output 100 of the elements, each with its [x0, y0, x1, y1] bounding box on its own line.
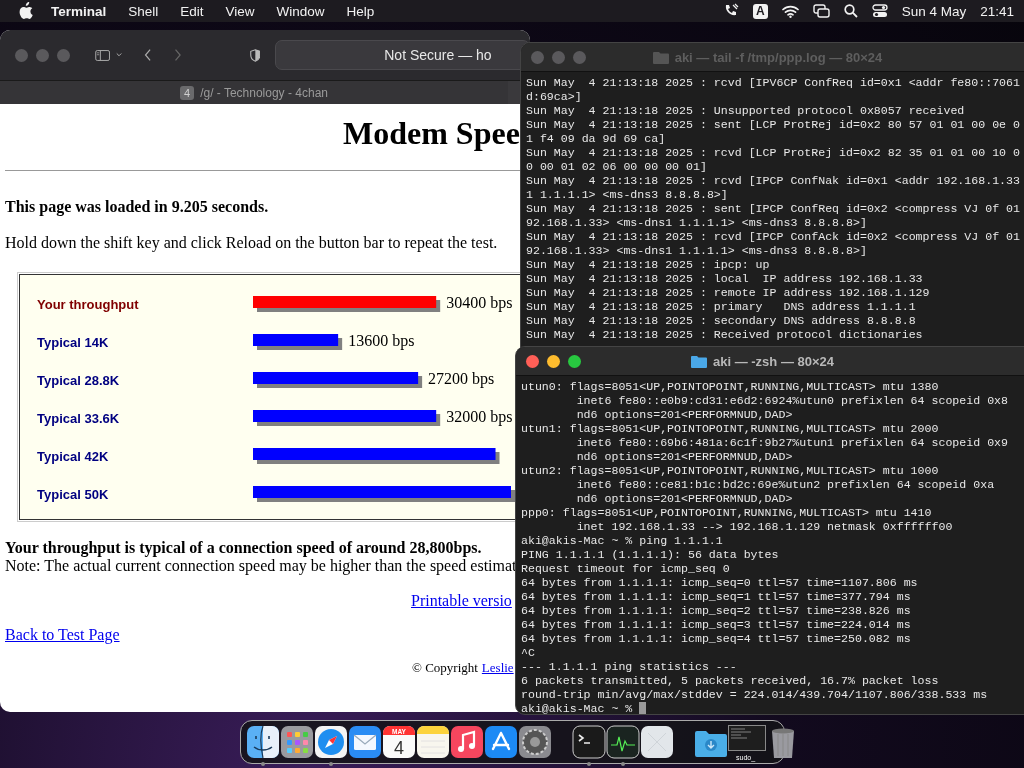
chevron-down-icon[interactable]	[116, 52, 123, 58]
category-label: Typical 14K	[37, 335, 109, 350]
category-label: Typical 28.8K	[37, 373, 120, 388]
launchpad-icon[interactable]	[280, 725, 314, 759]
category-label: Your throughput	[37, 297, 139, 312]
app-store-icon[interactable]	[484, 725, 518, 759]
value-label: 27200 bps	[428, 370, 495, 387]
back-icon[interactable]	[144, 47, 152, 63]
load-time-text: This page was loaded in 9.205 seconds.	[5, 198, 270, 216]
terminal-line: d:69ca>]	[526, 90, 582, 103]
zoom-button[interactable]	[568, 354, 581, 368]
terminal-line: 64 bytes from 1.1.1.1: icmp_seq=4 ttl=57 time=250.082 ms	[521, 632, 911, 645]
terminal-line: Sun May 4 21:13:18 2025 : Unsupported protocol 0x8057 received	[526, 104, 965, 117]
menu-item[interactable]: Window	[265, 3, 336, 19]
terminal-line: Sun May 4 21:13:18 2025 : local IP address 192.168.1.33	[526, 272, 923, 285]
copyright-text: © Copyright	[412, 660, 478, 676]
page-heading: Modem Spee	[343, 115, 521, 151]
terminal-line: 92.168.1.33> <ms-dns1 1.1.1.1> <ms-dns3 8.8.8.8>]	[526, 244, 867, 257]
shield-icon[interactable]	[249, 46, 261, 64]
music-note-icon[interactable]	[450, 725, 484, 759]
terminal-line: inet6 fe80::e0b9:cd31:e6d2:6924%utun0 prefixlen 64 scopeid 0x8	[575, 394, 1009, 407]
terminal-line: Sun May 4 21:13:18 2025 : remote IP address 192.168.1.129	[526, 286, 930, 299]
terminal-line: 64 bytes from 1.1.1.1: icmp_seq=2 ttl=57 time=238.826 ms	[521, 604, 911, 617]
terminal-icon[interactable]	[572, 725, 606, 759]
terminal-line: aki@akis-Mac ~ %	[521, 702, 634, 714]
browser-tab[interactable]: 4 /g/ - Technology - 4chan	[0, 81, 508, 104]
author-link[interactable]: Leslie	[481, 660, 514, 676]
terminal-line: 64 bytes from 1.1.1.1: icmp_seq=3 ttl=57 time=224.014 ms	[521, 618, 911, 631]
search-icon[interactable]	[843, 4, 858, 18]
note-text: Note: The actual current connection speed may be higher than the speed estimat	[5, 557, 518, 575]
menu-item[interactable]: Edit	[169, 3, 215, 19]
terminal-line: Sun May 4 21:13:18 2025 : sent [IPCP ConfReq id=0x2 <compress VJ 0f 01	[526, 202, 1020, 215]
value-label: 32000 bps	[446, 408, 513, 425]
terminal-line: 6 packets transmitted, 5 packets received, 16.7% packet loss	[521, 674, 939, 687]
menu-item[interactable]: View	[214, 3, 266, 19]
terminal-line: Sun May 4 21:13:18 2025 : Received protocol dictionaries	[526, 328, 923, 341]
menu-date[interactable]: Sun 4 May	[901, 3, 967, 19]
gear-icon[interactable]	[518, 725, 552, 759]
category-label: Typical 50K	[37, 487, 109, 502]
terminal-line: 92.168.1.33> <ms-dns1 1.1.1.1> <ms-dns3 8.8.8.8>]	[526, 216, 867, 229]
input-source-indicator[interactable]: A	[753, 3, 768, 19]
minimize-button[interactable]	[547, 354, 560, 368]
terminal-line: Sun May 4 21:13:18 2025 : secondary DNS address 8.8.8.8	[526, 314, 916, 327]
terminal-line: 64 bytes from 1.1.1.1: icmp_seq=0 ttl=57 time=1107.806 ms	[521, 576, 918, 589]
menu-item[interactable]: Help	[335, 3, 386, 19]
calendar-day: 4	[394, 738, 404, 758]
category-label: Typical 42K	[37, 449, 109, 464]
terminal-line: nd6 options=201<PERFORMNUD,DAD>	[575, 492, 793, 505]
wifi-icon[interactable]	[781, 4, 799, 18]
envelope-icon[interactable]	[348, 725, 382, 759]
menu-time[interactable]: 21:41	[980, 3, 1014, 19]
terminal-line: Sun May 4 21:13:18 2025 : primary DNS address 1.1.1.1	[526, 300, 916, 313]
verdict-text: Your throughput is typical of a connection speed of around 28,800bps.	[5, 539, 483, 557]
terminal-line: inet6 fe80::69b6:481a:6c1f:9b27%utun1 prefixlen 64 scopeid 0x9	[575, 436, 1009, 449]
terminal-line: inet6 fe80::ce81:b1c:bd2c:69e%utun2 prefixlen 64 scopeid 0xa	[575, 478, 995, 491]
window-thumbnail[interactable]	[728, 725, 766, 751]
screen-mirroring-icon[interactable]	[812, 4, 830, 18]
folder-icon	[691, 354, 707, 368]
apple-logo-icon[interactable]	[18, 2, 34, 20]
control-center-icon[interactable]	[871, 4, 888, 18]
terminal-line: Sun May 4 21:13:18 2025 : ipcp: up	[526, 258, 770, 271]
terminal-line: Sun May 4 21:13:18 2025 : sent [LCP ProtRej id=0x2 80 57 01 01 00 0e 0	[526, 118, 1020, 131]
folder-icon	[652, 50, 669, 64]
menu-app-name[interactable]: Terminal	[40, 3, 118, 19]
sidebar-icon[interactable]	[95, 47, 111, 63]
finder-icon[interactable]	[246, 725, 280, 759]
activity-monitor-icon[interactable]	[606, 725, 640, 759]
window-title: aki — -zsh — 80×24	[713, 353, 834, 369]
close-button[interactable]	[526, 354, 539, 368]
terminal-line: aki@akis-Mac ~ % ping 1.1.1.1	[521, 534, 723, 547]
tab-title: /g/ - Technology - 4chan	[200, 85, 328, 100]
terminal-line: ppp0: flags=8051<UP,POINTOPOINT,RUNNING,MULTICAST> mtu 1410	[521, 506, 932, 519]
tab-badge: 4	[180, 85, 195, 100]
terminal-line: Sun May 4 21:13:18 2025 : rcvd [IPCP ConfNak id=0x1 <addr 192.168.1.33	[526, 174, 1020, 187]
terminal-line: 64 bytes from 1.1.1.1: icmp_seq=1 ttl=57 time=377.794 ms	[521, 590, 911, 603]
value-label: 13600 bps	[348, 332, 415, 349]
terminal-line: Sun May 4 21:13:18 2025 : rcvd [IPCP ConfAck id=0x2 <compress VJ 0f 01	[526, 230, 1020, 243]
terminal-line: Request timeout for icmp_seq 0	[521, 562, 730, 575]
printable-link[interactable]: Printable versio	[411, 592, 512, 609]
terminal-line: PING 1.1.1.1 (1.1.1.1): 56 data bytes	[521, 548, 779, 561]
terminal-line: nd6 options=201<PERFORMNUD,DAD>	[575, 408, 793, 421]
menu-item[interactable]: Shell	[117, 3, 170, 19]
terminal-line: utun0: flags=8051<UP,POINTOPOINT,RUNNING,MULTICAST> mtu 1380	[521, 380, 939, 393]
compass-icon[interactable]	[314, 725, 348, 759]
terminal-line: 1 f4 09 da 9d 69 ca]	[526, 132, 666, 145]
back-link[interactable]: Back to Test Page	[5, 626, 120, 643]
category-label: Typical 33.6K	[37, 411, 120, 426]
terminal-line: utun2: flags=8051<UP,POINTOPOINT,RUNNING,MULTICAST> mtu 1000	[521, 464, 939, 477]
terminal-line: 0 00 01 02 06 00 00 00 01]	[526, 160, 707, 173]
terminal-line: --- 1.1.1.1 ping statistics ---	[521, 660, 737, 673]
blank-app-icon[interactable]	[640, 725, 674, 759]
terminal-line: utun1: flags=8051<UP,POINTOPOINT,RUNNING,MULTICAST> mtu 2000	[521, 422, 939, 435]
terminal-line: 1 1.1.1.1> <ms-dns3 8.8.8.8>]	[526, 188, 728, 201]
terminal-line: Sun May 4 21:13:18 2025 : rcvd [LCP ProtRej id=0x2 82 35 01 01 00 10 0	[526, 146, 1020, 159]
notes-icon[interactable]	[416, 725, 450, 759]
terminal-line: inet 192.168.1.33 --> 192.168.1.129 netmask 0xffffff00	[575, 520, 953, 533]
terminal-line: Sun May 4 21:13:18 2025 : rcvd [IPV6CP ConfReq id=0x1 <addr fe80::7061	[526, 76, 1020, 89]
terminal-line: round-trip min/avg/max/stddev = 224.014/439.704/1107.806/338.533 ms	[521, 688, 988, 701]
terminal-line: ^C	[521, 646, 535, 659]
terminal-line: nd6 options=201<PERFORMNUD,DAD>	[575, 450, 793, 463]
